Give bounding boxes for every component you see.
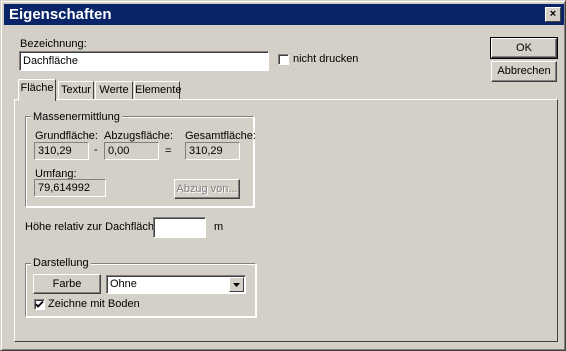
farbe-button[interactable]: Farbe: [33, 274, 101, 294]
nicht-drucken-label: nicht drucken: [293, 53, 359, 65]
window-title: Eigenschaften: [9, 6, 112, 23]
check-icon: [35, 300, 44, 308]
farbe-button-label: Farbe: [52, 278, 82, 290]
chevron-down-icon: [233, 283, 240, 287]
hoehe-unit: m: [214, 221, 224, 233]
gesamtflaeche-field: 310,29: [185, 142, 240, 160]
tab-label: Textur: [61, 84, 91, 96]
equals-sign: =: [165, 145, 172, 157]
massenermittlung-title: Massenermittlung: [31, 111, 122, 123]
tab-textur[interactable]: Textur: [58, 81, 94, 100]
zeichne-mit-boden-label: Zeichne mit Boden: [48, 298, 140, 310]
cancel-button-label: Abbrechen: [497, 65, 551, 77]
farbe-combo[interactable]: Ohne: [106, 275, 246, 294]
zeichne-mit-boden-checkbox[interactable]: [34, 299, 45, 310]
tab-elemente[interactable]: Elemente: [134, 81, 182, 100]
abzug-von-label: Abzug von...: [176, 183, 238, 195]
cancel-button[interactable]: Abbrechen: [491, 61, 557, 82]
bezeichnung-input[interactable]: Dachfläche: [19, 51, 269, 71]
abzugsflaeche-field: 0,00: [104, 142, 159, 160]
tab-flaeche[interactable]: Fläche: [18, 79, 56, 101]
tab-label: Werte: [99, 84, 129, 96]
combo-dropdown-button[interactable]: [229, 277, 244, 292]
abzugsflaeche-label: Abzugsfläche:: [104, 130, 174, 142]
ok-button-label: OK: [516, 42, 532, 54]
tab-werte[interactable]: Werte: [95, 81, 133, 100]
minus-sign: -: [94, 144, 98, 156]
ok-button[interactable]: OK: [490, 37, 558, 59]
hoehe-label: Höhe relativ zur Dachfläche:: [25, 221, 164, 233]
close-button[interactable]: ×: [545, 7, 561, 22]
darstellung-title: Darstellung: [31, 257, 91, 269]
abzug-von-button[interactable]: Abzug von...: [174, 179, 240, 199]
close-icon: ×: [549, 8, 557, 20]
title-bar[interactable]: Eigenschaften ×: [4, 4, 564, 25]
hoehe-input[interactable]: [153, 217, 206, 238]
nicht-drucken-checkbox[interactable]: [278, 54, 289, 65]
properties-dialog: Eigenschaften × Bezeichnung: Dachfläche …: [0, 0, 566, 351]
grundflaeche-field: 310,29: [34, 142, 89, 160]
tab-label: Elemente: [135, 84, 182, 96]
umfang-field: 79,614992: [34, 179, 106, 197]
farbe-combo-value: Ohne: [110, 278, 137, 290]
tab-label: Fläche: [20, 82, 54, 94]
grundflaeche-label: Grundfläche:: [35, 130, 98, 142]
gesamtflaeche-label: Gesamtfläche:: [185, 130, 256, 142]
bezeichnung-label: Bezeichnung:: [20, 38, 87, 50]
